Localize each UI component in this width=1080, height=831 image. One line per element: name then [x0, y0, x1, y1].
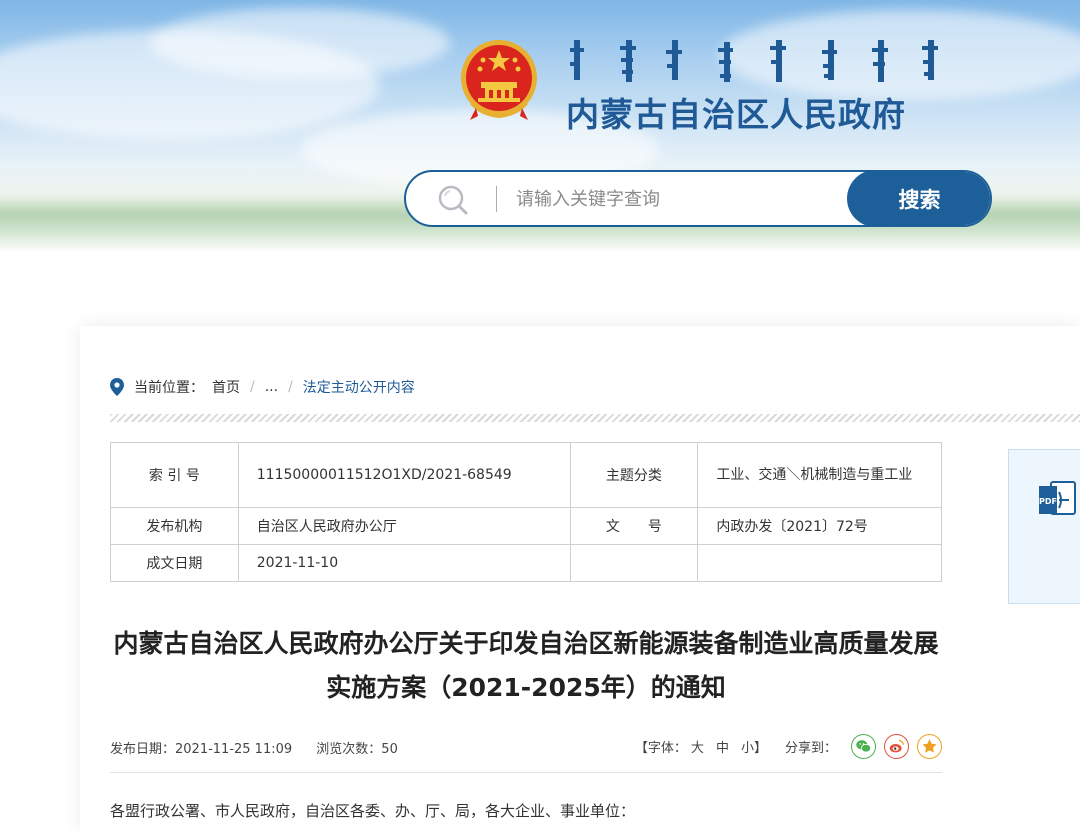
breadcrumb-separator: /	[250, 379, 255, 395]
font-size-label: 【字体：	[634, 741, 687, 756]
article-title: 内蒙古自治区人民政府办公厅关于印发自治区新能源装备制造业高质量发展实施方案（20…	[113, 629, 939, 702]
breadcrumb-current[interactable]: 法定主动公开内容	[303, 377, 415, 397]
view-count: 浏览次数：50	[316, 742, 398, 757]
svg-text:PDF: PDF	[1039, 497, 1057, 506]
publish-date: 发布日期：2021-11-25 11:09	[110, 742, 293, 757]
table-row: 成文日期 2021-11-10	[110, 544, 942, 582]
weibo-icon[interactable]	[884, 734, 909, 759]
pdf-icon[interactable]: PDF	[1039, 480, 1079, 520]
table-row: 发布机构 自治区人民政府办公厅 文 号 内政办发〔2021〕72号	[110, 507, 942, 545]
written-date-label: 成文日期	[110, 544, 239, 582]
article-info-bar: 发布日期：2021-11-25 11:09 浏览次数：50 【字体： 大中小】 分…	[110, 734, 942, 760]
search-bar: 搜索	[404, 170, 992, 227]
empty-cell	[569, 544, 699, 582]
breadcrumb-ellipsis[interactable]: ...	[265, 379, 278, 395]
hatched-divider	[110, 414, 1080, 422]
document-number-label: 文 号	[569, 507, 699, 545]
search-icon	[438, 185, 468, 215]
breadcrumb-home[interactable]: 首页	[212, 377, 240, 397]
font-size-large[interactable]: 大	[691, 741, 704, 756]
site-title: 内蒙古自治区人民政府	[566, 95, 906, 134]
location-pin-icon	[110, 378, 124, 396]
content-divider	[110, 772, 942, 773]
breadcrumb: 当前位置： 首页 / ... / 法定主动公开内容	[110, 376, 415, 398]
font-size-close: 】	[753, 741, 767, 756]
side-download-panel: PDF	[1008, 449, 1080, 604]
empty-cell	[697, 544, 942, 582]
header-banner: 内蒙古自治区人民政府 搜索	[0, 0, 1080, 252]
written-date-value: 2021-11-10	[237, 544, 571, 582]
favorite-icon[interactable]	[917, 734, 942, 759]
document-number-value: 内政办发〔2021〕72号	[697, 507, 942, 545]
publisher-value: 自治区人民政府办公厅	[237, 507, 571, 545]
breadcrumb-separator: /	[288, 379, 293, 395]
topic-category-value: 工业、交通＼机械制造与重工业	[697, 442, 942, 508]
index-number-label: 索 引 号	[110, 442, 239, 508]
search-separator	[496, 186, 497, 212]
font-size-medium[interactable]: 中	[716, 741, 729, 756]
publisher-label: 发布机构	[110, 507, 239, 545]
breadcrumb-label: 当前位置：	[134, 380, 204, 396]
search-input[interactable]	[516, 182, 836, 216]
search-button[interactable]: 搜索	[847, 172, 990, 225]
index-number-value: 11150000011512O1XD/2021-68549	[237, 442, 571, 508]
topic-category-label: 主题分类	[569, 442, 699, 508]
share-label: 分享到：	[784, 741, 837, 756]
national-emblem-icon	[461, 40, 537, 120]
table-row: 索 引 号 11150000011512O1XD/2021-68549 主题分类…	[110, 442, 942, 508]
banner-cloud	[150, 8, 450, 78]
wechat-icon[interactable]	[851, 734, 876, 759]
mongolian-script-logo	[570, 40, 938, 82]
article-salutation: 各盟行政公署、市人民政府，自治区各委、办、厅、局，各大企业、事业单位：	[110, 802, 636, 820]
font-size-small[interactable]: 小	[741, 741, 754, 756]
document-metadata-table: 索 引 号 11150000011512O1XD/2021-68549 主题分类…	[110, 442, 942, 582]
font-size-control: 【字体： 大中小】	[635, 737, 773, 756]
